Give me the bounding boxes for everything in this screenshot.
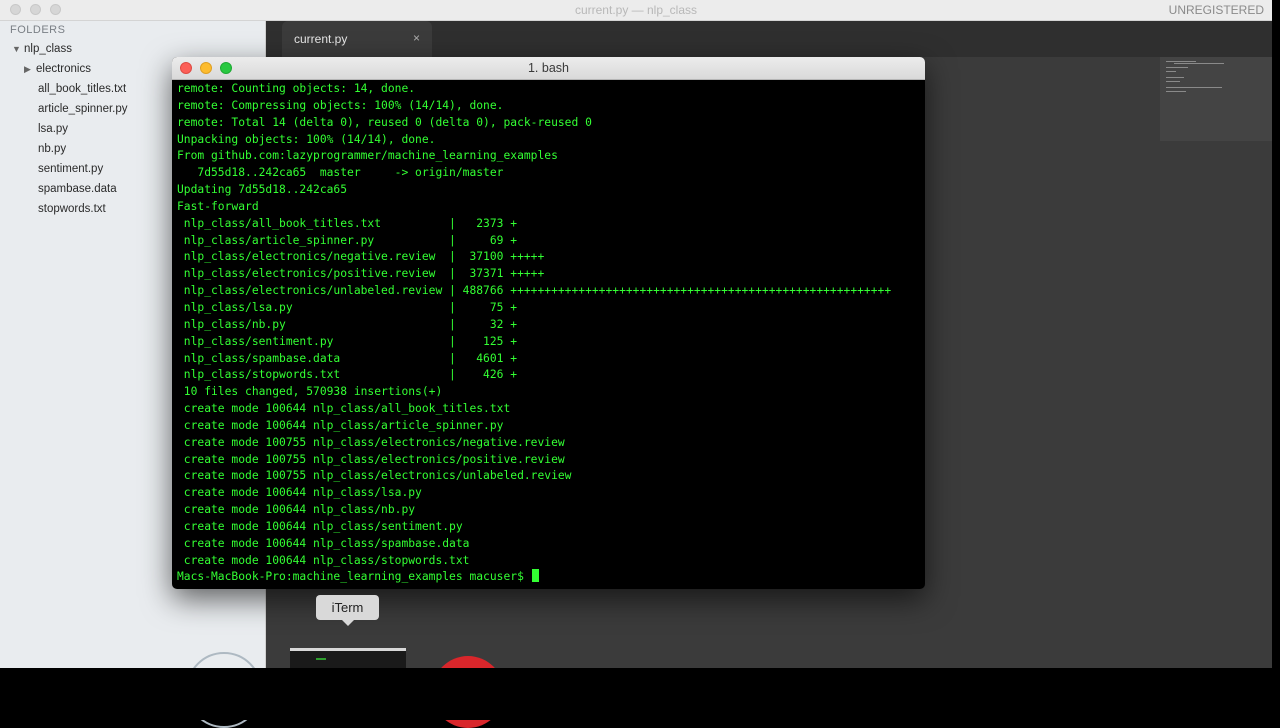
sidebar-file-lsa[interactable]: lsa.py	[38, 123, 68, 135]
shell-prompt: Macs-MacBook-Pro:machine_learning_exampl…	[177, 570, 531, 584]
chevron-right-icon: ▶	[24, 64, 31, 74]
terminal-line: create mode 100644 nlp_class/nb.py	[177, 503, 416, 517]
terminal-line: nlp_class/electronics/positive.review | …	[177, 267, 545, 281]
terminal-line: nlp_class/article_spinner.py | 69 +	[177, 233, 518, 247]
tab-label: current.py	[294, 32, 348, 46]
terminal-line: remote: Total 14 (delta 0), reused 0 (de…	[177, 115, 592, 129]
unregistered-label: UNREGISTERED	[1168, 3, 1264, 17]
terminal-line: Fast-forward	[177, 199, 259, 213]
sidebar-root-label: nlp_class	[24, 43, 72, 55]
terminal-line: create mode 100644 nlp_class/spambase.da…	[177, 536, 470, 550]
chevron-down-icon: ▼	[12, 44, 21, 54]
terminal-title: 1. bash	[527, 61, 569, 75]
terminal-line: 7d55d18..242ca65 master -> origin/master	[177, 166, 504, 180]
terminal-output[interactable]: remote: Counting objects: 14, done. remot…	[177, 81, 925, 589]
terminal-cursor	[531, 569, 539, 583]
dock-tooltip: iTerm	[316, 595, 379, 626]
sidebar-file-spambase[interactable]: spambase.data	[38, 183, 117, 195]
editor-tab-bar: current.py ×	[266, 21, 1272, 57]
terminal-line: create mode 100644 nlp_class/stopwords.t…	[177, 553, 470, 567]
bottom-letterbox	[0, 668, 1280, 720]
terminal-line: nlp_class/stopwords.txt | 426 +	[177, 368, 518, 382]
editor-window-title: current.py — nlp_class	[574, 3, 698, 17]
terminal-line: nlp_class/nb.py | 32 +	[177, 317, 518, 331]
dock-iterm-icon[interactable]	[290, 648, 406, 668]
sidebar-file-article-spinner[interactable]: article_spinner.py	[38, 103, 128, 115]
iterm-terminal-window[interactable]: 1. bash remote: Counting objects: 14, do…	[172, 57, 925, 589]
terminal-line: create mode 100644 nlp_class/lsa.py	[177, 486, 422, 500]
terminal-line: create mode 100755 nlp_class/electronics…	[177, 469, 572, 483]
sidebar-folder-electronics[interactable]: ▶ electronics	[24, 63, 91, 75]
terminal-line: nlp_class/electronics/unlabeled.review |…	[177, 284, 892, 298]
terminal-line: remote: Counting objects: 14, done.	[177, 82, 416, 95]
terminal-line: create mode 100644 nlp_class/sentiment.p…	[177, 519, 463, 533]
sidebar-file-sentiment[interactable]: sentiment.py	[38, 163, 103, 175]
editor-titlebar[interactable]: current.py — nlp_class UNREGISTERED	[0, 0, 1272, 21]
terminal-line: create mode 100755 nlp_class/electronics…	[177, 452, 565, 466]
terminal-line: 10 files changed, 570938 insertions(+)	[177, 385, 443, 399]
terminal-line: nlp_class/all_book_titles.txt | 2373 +	[177, 216, 518, 230]
sidebar-file-nb[interactable]: nb.py	[38, 143, 66, 155]
terminal-prompt-line[interactable]: Macs-MacBook-Pro:machine_learning_exampl…	[177, 569, 925, 586]
terminal-line: Unpacking objects: 100% (14/14), done.	[177, 132, 436, 146]
close-icon[interactable]: ×	[413, 31, 420, 45]
folders-header: FOLDERS	[10, 24, 66, 36]
terminal-line: create mode 100755 nlp_class/electronics…	[177, 435, 565, 449]
terminal-line: remote: Compressing objects: 100% (14/14…	[177, 98, 504, 112]
sidebar-file-all-book-titles[interactable]: all_book_titles.txt	[38, 83, 126, 95]
terminal-line: create mode 100644 nlp_class/article_spi…	[177, 418, 504, 432]
minimap[interactable]	[1160, 57, 1272, 141]
tab-current-py[interactable]: current.py ×	[282, 21, 432, 57]
terminal-titlebar[interactable]: 1. bash	[172, 57, 925, 80]
terminal-line: nlp_class/sentiment.py | 125 +	[177, 334, 518, 348]
sidebar-file-stopwords[interactable]: stopwords.txt	[38, 203, 106, 215]
sidebar-folder-nlp-class[interactable]: ▼ nlp_class	[12, 43, 72, 55]
iterm-icon-prompt	[316, 658, 326, 660]
sidebar-item-label: electronics	[36, 63, 91, 75]
terminal-line: nlp_class/electronics/negative.review | …	[177, 250, 545, 264]
terminal-line: nlp_class/spambase.data | 4601 +	[177, 351, 518, 365]
terminal-line: nlp_class/lsa.py | 75 +	[177, 300, 518, 314]
terminal-line: create mode 100644 nlp_class/all_book_ti…	[177, 402, 511, 416]
terminal-line: From github.com:lazyprogrammer/machine_l…	[177, 149, 558, 163]
terminal-line: Updating 7d55d18..242ca65	[177, 183, 348, 197]
